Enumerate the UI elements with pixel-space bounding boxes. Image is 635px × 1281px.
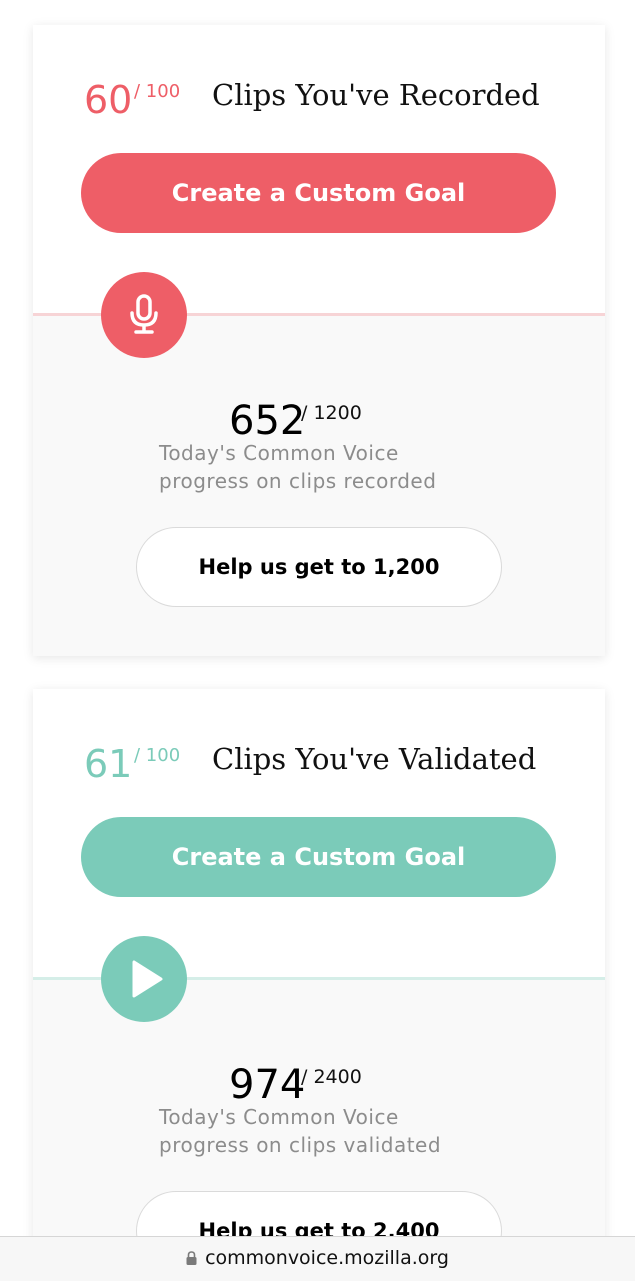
validated-progress-value: 974 bbox=[229, 1062, 306, 1108]
validated-caption-line2: progress on clips validated bbox=[159, 1133, 442, 1157]
url-display[interactable]: commonvoice.mozilla.org bbox=[0, 1247, 635, 1269]
recorded-caption-line1: Today's Common Voice bbox=[159, 441, 399, 465]
recorded-goal-total: / 100 bbox=[134, 81, 181, 102]
validated-icon-badge[interactable] bbox=[101, 936, 187, 1022]
validated-create-goal-button[interactable]: Create a Custom Goal bbox=[81, 817, 556, 897]
lock-icon bbox=[186, 1248, 197, 1265]
recorded-progress-value: 652 bbox=[229, 398, 306, 444]
validated-progress-caption: Today's Common Voice progress on clips v… bbox=[159, 1103, 441, 1159]
microphone-icon bbox=[130, 294, 158, 334]
validated-progress-total: / 2400 bbox=[301, 1066, 362, 1088]
validated-count: 61 bbox=[84, 742, 133, 786]
recorded-title: Clips You've Recorded bbox=[212, 78, 540, 112]
validated-goal-total: / 100 bbox=[134, 745, 181, 766]
recorded-progress-caption: Today's Common Voice progress on clips r… bbox=[159, 439, 436, 495]
browser-address-bar[interactable]: commonvoice.mozilla.org bbox=[0, 1236, 635, 1281]
play-icon bbox=[132, 960, 163, 998]
url-text: commonvoice.mozilla.org bbox=[205, 1247, 449, 1269]
recorded-progress-total: / 1200 bbox=[301, 402, 362, 424]
recorded-create-goal-button[interactable]: Create a Custom Goal bbox=[81, 153, 556, 233]
recorded-goal-card: 60 / 100 Clips You've Recorded Create a … bbox=[33, 25, 605, 656]
recorded-count: 60 bbox=[84, 78, 133, 122]
recorded-icon-badge[interactable] bbox=[101, 272, 187, 358]
recorded-caption-line2: progress on clips recorded bbox=[159, 469, 437, 493]
validated-caption-line1: Today's Common Voice bbox=[159, 1105, 399, 1129]
validated-title: Clips You've Validated bbox=[212, 742, 537, 776]
recorded-help-button[interactable]: Help us get to 1,200 bbox=[136, 527, 502, 607]
validated-goal-card: 61 / 100 Clips You've Validated Create a… bbox=[33, 689, 605, 1249]
